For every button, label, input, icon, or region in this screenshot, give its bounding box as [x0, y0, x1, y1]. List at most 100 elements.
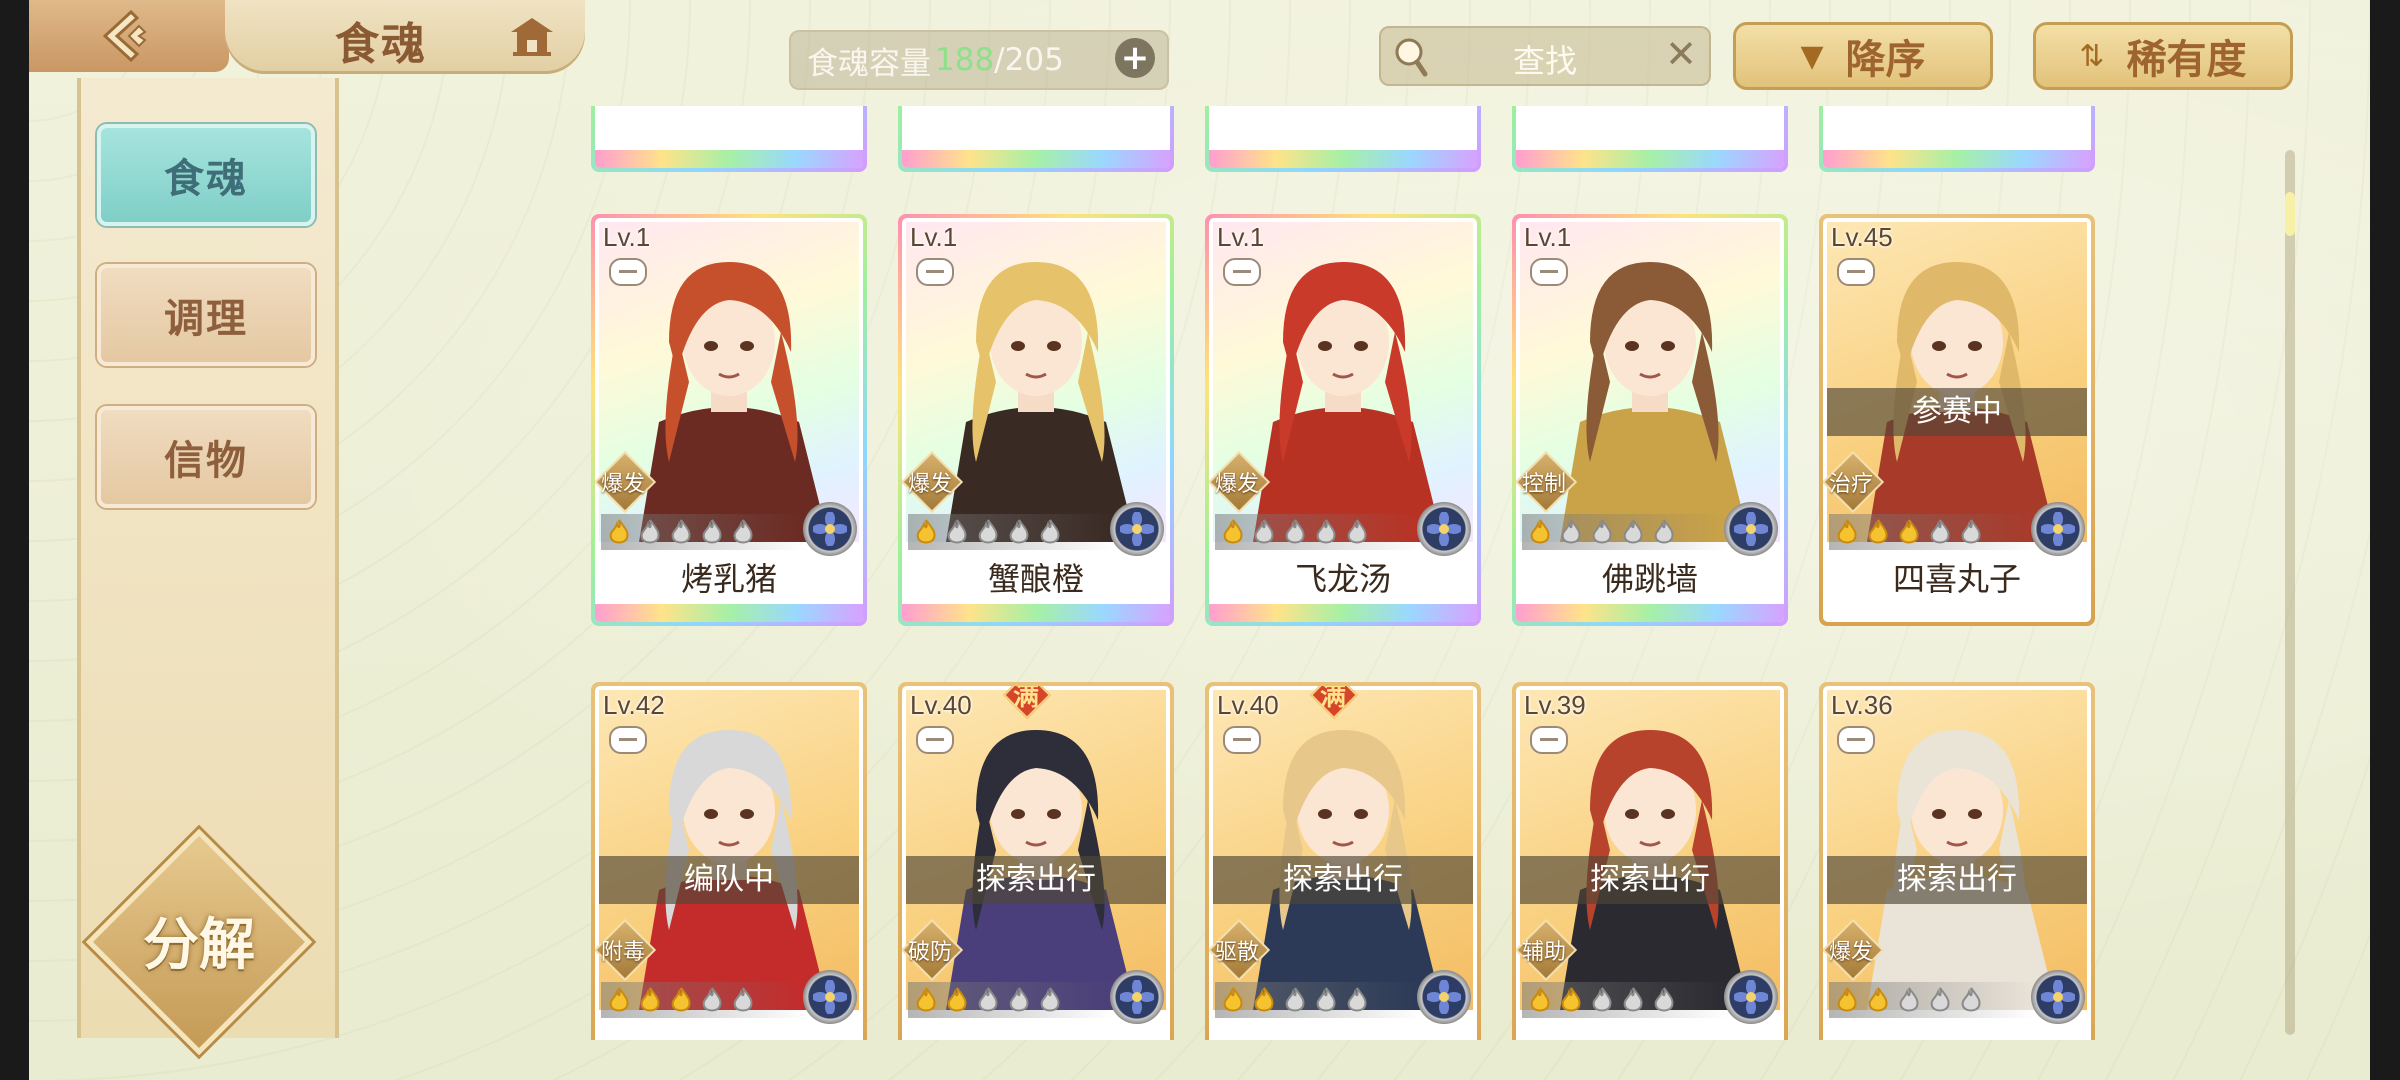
card-clipped[interactable] — [591, 106, 867, 172]
card-level: Lv.1 — [1524, 222, 1572, 252]
scrollbar-thumb[interactable] — [2285, 192, 2295, 236]
star-rating — [601, 514, 807, 550]
card-clipped[interactable] — [1512, 106, 1788, 172]
lock-toggle-icon[interactable] — [916, 726, 954, 754]
rarity-strip — [902, 604, 1170, 622]
card-name: 四喜丸子 — [1892, 560, 2021, 598]
card-clipped[interactable] — [1205, 106, 1481, 172]
lock-toggle-icon[interactable] — [609, 726, 647, 754]
sort-down-icon: ▼ — [1800, 38, 1824, 74]
maxed-badge: 满 — [1309, 686, 1359, 720]
card-clipped[interactable] — [1819, 106, 2095, 172]
food-soul-card[interactable]: Lv.42 编队中附毒 — [591, 682, 867, 1040]
star-flame-empty-icon — [1930, 987, 1950, 1012]
food-soul-card[interactable]: Lv.1 爆发 蟹酿橙 — [898, 214, 1174, 626]
star-flame-lit-icon — [1530, 519, 1550, 544]
element-flower-icon — [1110, 502, 1164, 556]
food-soul-card[interactable]: 满 Lv.40 探索出行 驱散 — [1205, 682, 1481, 1040]
card-level: Lv.40 — [1217, 690, 1279, 720]
star-flame-empty-icon — [1316, 519, 1336, 544]
star-flame-lit-icon — [671, 987, 691, 1012]
page-title-tab: 食魂 — [225, 0, 585, 74]
food-soul-card[interactable]: Lv.1 爆发 烤乳猪 — [591, 214, 867, 626]
capacity-display: 食魂容量 188/205 + — [789, 30, 1169, 90]
add-capacity-button[interactable]: + — [1115, 38, 1155, 78]
sort-key-button[interactable]: ⇅ 稀有度 — [2033, 22, 2293, 90]
star-flame-empty-icon — [1316, 987, 1336, 1012]
food-soul-card[interactable]: Lv.1 爆发 飞龙汤 — [1205, 214, 1481, 626]
food-soul-card[interactable]: Lv.36 探索出行 爆发 — [1819, 682, 2095, 1040]
game-screen: 食魂 食魂容量 188/205 + 查找 ✕ ▼ 降序 ⇅ 稀有度 食魂 调理 … — [29, 0, 2370, 1080]
role-label: 爆发 — [907, 472, 952, 497]
maxed-label: 满 — [1319, 686, 1346, 712]
card-body: Lv.1 爆发 烤乳猪 — [595, 218, 863, 622]
sidebar-item-tokens[interactable]: 信物 — [97, 406, 315, 508]
star-flame-empty-icon — [702, 987, 722, 1012]
star-rating — [1522, 982, 1728, 1018]
sidebar-item-food-souls[interactable]: 食魂 — [97, 124, 315, 226]
scrollbar-track[interactable] — [2285, 150, 2295, 1035]
rarity-strip — [1516, 604, 1784, 622]
role-label: 治疗 — [1828, 472, 1873, 497]
element-flower-icon — [1724, 502, 1778, 556]
element-flower-icon — [1417, 502, 1471, 556]
star-flame-empty-icon — [1347, 987, 1367, 1012]
lock-toggle-icon[interactable] — [1837, 726, 1875, 754]
food-soul-card[interactable]: Lv.39 探索出行 辅助 — [1512, 682, 1788, 1040]
card-level: Lv.42 — [603, 690, 665, 720]
star-flame-empty-icon — [1254, 519, 1274, 544]
lock-toggle-icon[interactable] — [609, 258, 647, 286]
lock-toggle-icon[interactable] — [916, 258, 954, 286]
role-label: 附毒 — [600, 940, 645, 965]
lock-toggle-icon[interactable] — [1223, 726, 1261, 754]
home-icon[interactable] — [507, 14, 557, 58]
star-flame-empty-icon — [1899, 987, 1919, 1012]
role-badge: 附毒 — [595, 918, 657, 982]
card-status: 探索出行 — [906, 856, 1166, 904]
back-button[interactable] — [29, 0, 229, 72]
element-flower-icon — [1724, 970, 1778, 1024]
role-badge: 辅助 — [1516, 918, 1578, 982]
element-flower-icon — [2031, 502, 2085, 556]
sidebar-item-seasoning[interactable]: 调理 — [97, 264, 315, 366]
card-status: 编队中 — [599, 856, 859, 904]
star-flame-lit-icon — [1899, 519, 1919, 544]
food-soul-card[interactable]: Lv.45 参赛中 治疗 四喜丸子 — [1819, 214, 2095, 626]
star-rating — [1522, 514, 1728, 550]
role-badge: 控制 — [1516, 450, 1578, 514]
search-box[interactable]: 查找 ✕ — [1379, 26, 1711, 86]
card-clipped[interactable] — [898, 106, 1174, 172]
lock-toggle-icon[interactable] — [1530, 726, 1568, 754]
star-flame-lit-icon — [1530, 987, 1550, 1012]
card-status: 探索出行 — [1827, 856, 2087, 904]
lock-toggle-icon[interactable] — [1837, 258, 1875, 286]
star-flame-lit-icon — [916, 519, 936, 544]
lock-toggle-icon[interactable] — [1530, 258, 1568, 286]
star-rating — [601, 982, 807, 1018]
clear-search-icon[interactable]: ✕ — [1665, 32, 1697, 76]
star-flame-empty-icon — [1040, 987, 1060, 1012]
star-flame-lit-icon — [1868, 519, 1888, 544]
card-level: Lv.1 — [603, 222, 651, 252]
star-flame-lit-icon — [947, 987, 967, 1012]
lock-toggle-icon[interactable] — [1223, 258, 1261, 286]
sort-order-button[interactable]: ▼ 降序 — [1733, 22, 1993, 90]
star-rating — [908, 514, 1114, 550]
card-level: Lv.45 — [1831, 222, 1893, 252]
food-soul-card[interactable]: Lv.1 控制 佛跳墙 — [1512, 214, 1788, 626]
element-flower-icon — [2031, 970, 2085, 1024]
card-body: Lv.36 探索出行 爆发 — [1823, 686, 2091, 1040]
star-flame-empty-icon — [1623, 519, 1643, 544]
card-body: 满 Lv.40 探索出行 破防 — [902, 686, 1170, 1040]
star-flame-empty-icon — [702, 519, 722, 544]
star-flame-lit-icon — [1837, 987, 1857, 1012]
star-flame-empty-icon — [1561, 519, 1581, 544]
card-status: 探索出行 — [1213, 856, 1473, 904]
star-flame-empty-icon — [1623, 987, 1643, 1012]
card-body: Lv.42 编队中附毒 — [595, 686, 863, 1040]
star-flame-empty-icon — [1654, 987, 1674, 1012]
element-flower-icon — [1110, 970, 1164, 1024]
star-flame-empty-icon — [671, 519, 691, 544]
food-soul-card[interactable]: 满 Lv.40 探索出行 破防 — [898, 682, 1174, 1040]
capacity-separator: / — [994, 42, 1005, 78]
